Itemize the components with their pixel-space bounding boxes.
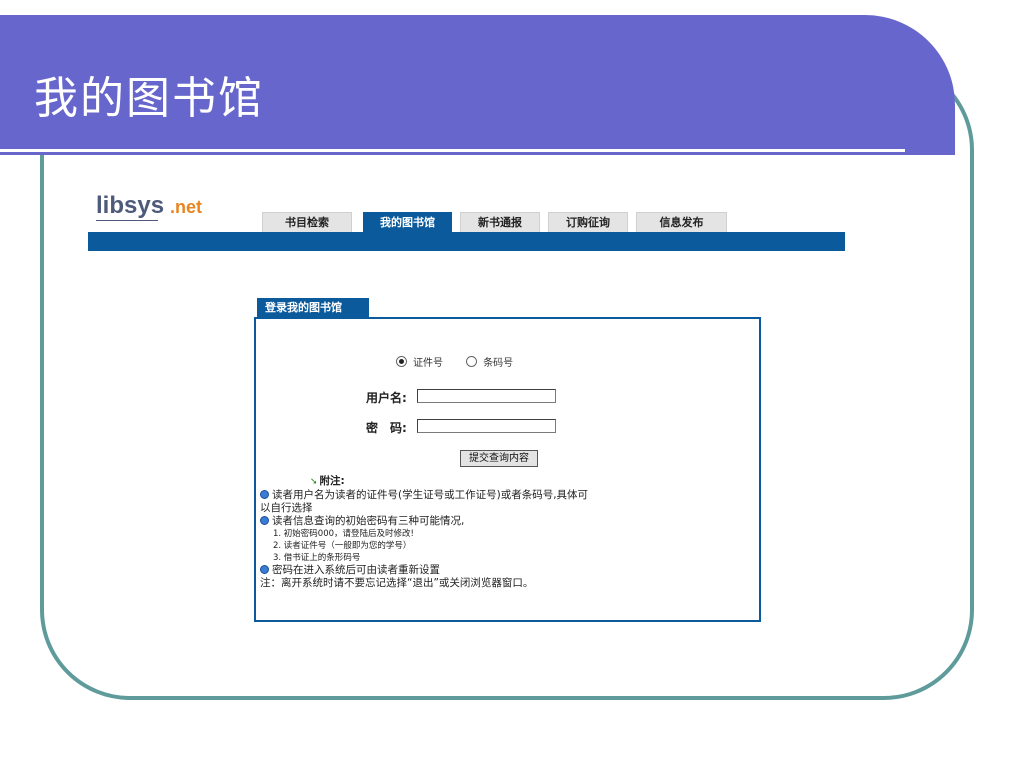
login-panel-title: 登录我的图书馆: [257, 298, 369, 318]
logo-underline: [96, 220, 158, 221]
green-arrow-icon: ➘: [310, 477, 318, 487]
note-line-2: 读者信息查询的初始密码有三种可能情况,: [260, 515, 740, 528]
radio-card-number-label: 证件号: [413, 358, 443, 369]
note-sub-3: 3. 借书证上的条形码号: [273, 553, 361, 563]
slide-title: 我的图书馆: [34, 73, 264, 124]
tab-info-release[interactable]: 信息发布: [636, 212, 727, 232]
ie-bullet-icon: [260, 490, 269, 499]
password-label: 密 码:: [366, 421, 407, 435]
title-underline: [0, 149, 905, 152]
note-sub-2: 2. 读者证件号（一般即为您的学号）: [273, 541, 412, 551]
radio-card-number[interactable]: [396, 356, 407, 367]
login-type-radios: 证件号 条码号: [396, 354, 533, 369]
login-panel: 证件号 条码号 用户名: 密 码: 提交查询内容 ➘ 附注: 读者用户名为读者的证…: [254, 317, 761, 622]
nav-bar: [88, 232, 845, 251]
username-input[interactable]: [417, 389, 556, 403]
tab-new-books[interactable]: 新书通报: [460, 212, 540, 232]
notes-header-row: ➘ 附注:: [310, 475, 740, 489]
note-line-3: 密码在进入系统后可由读者重新设置: [260, 564, 740, 577]
notes-header: 附注:: [319, 475, 345, 487]
note-line-1b: 以自行选择: [260, 502, 313, 514]
radio-barcode-label: 条码号: [483, 358, 514, 369]
logo-lib-text: libsys: [96, 192, 165, 219]
submit-button[interactable]: 提交查询内容: [460, 450, 538, 467]
username-label: 用户名:: [366, 391, 407, 405]
tab-catalog-search[interactable]: 书目检索: [262, 212, 352, 232]
radio-barcode[interactable]: [466, 356, 478, 367]
note-line-1: 读者用户名为读者的证件号(学生证号或工作证号)或者条码号,具体可: [260, 489, 740, 502]
tab-purchase-inquiry[interactable]: 订购征询: [548, 212, 628, 232]
libsys-logo: libsys .net: [96, 192, 202, 220]
title-band: 我的图书馆: [0, 15, 955, 155]
note-line-1-text: 读者用户名为读者的证件号(学生证号或工作证号)或者条码号,具体可: [272, 489, 589, 501]
notes-footer: 注：离开系统时请不要忘记选择“退出”或关闭浏览器窗口。: [260, 577, 534, 589]
note-sub-1: 1. 初始密码000，请登陆后及时修改!: [273, 529, 414, 539]
ie-bullet-icon: [260, 565, 269, 574]
password-input[interactable]: [417, 419, 556, 433]
note-line-3-text: 密码在进入系统后可由读者重新设置: [272, 564, 440, 576]
login-notes: ➘ 附注: 读者用户名为读者的证件号(学生证号或工作证号)或者条码号,具体可 以自…: [260, 475, 740, 590]
note-line-2-text: 读者信息查询的初始密码有三种可能情况,: [272, 515, 465, 527]
logo-net-text: .net: [170, 197, 203, 217]
tab-my-library[interactable]: 我的图书馆: [363, 212, 452, 232]
ie-bullet-icon: [260, 516, 269, 525]
